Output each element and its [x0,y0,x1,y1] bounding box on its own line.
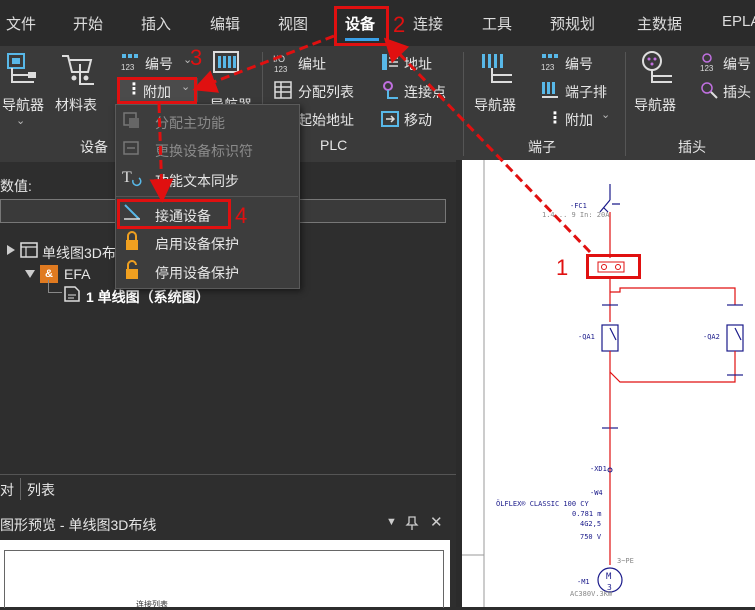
annotation-arrows [149,34,592,254]
annotation-number-2: 2 [393,12,406,37]
annotation-number-1: 1 [556,255,569,280]
annotation-number-4: 4 [235,203,248,228]
annotation-number-3: 3 [190,45,203,70]
